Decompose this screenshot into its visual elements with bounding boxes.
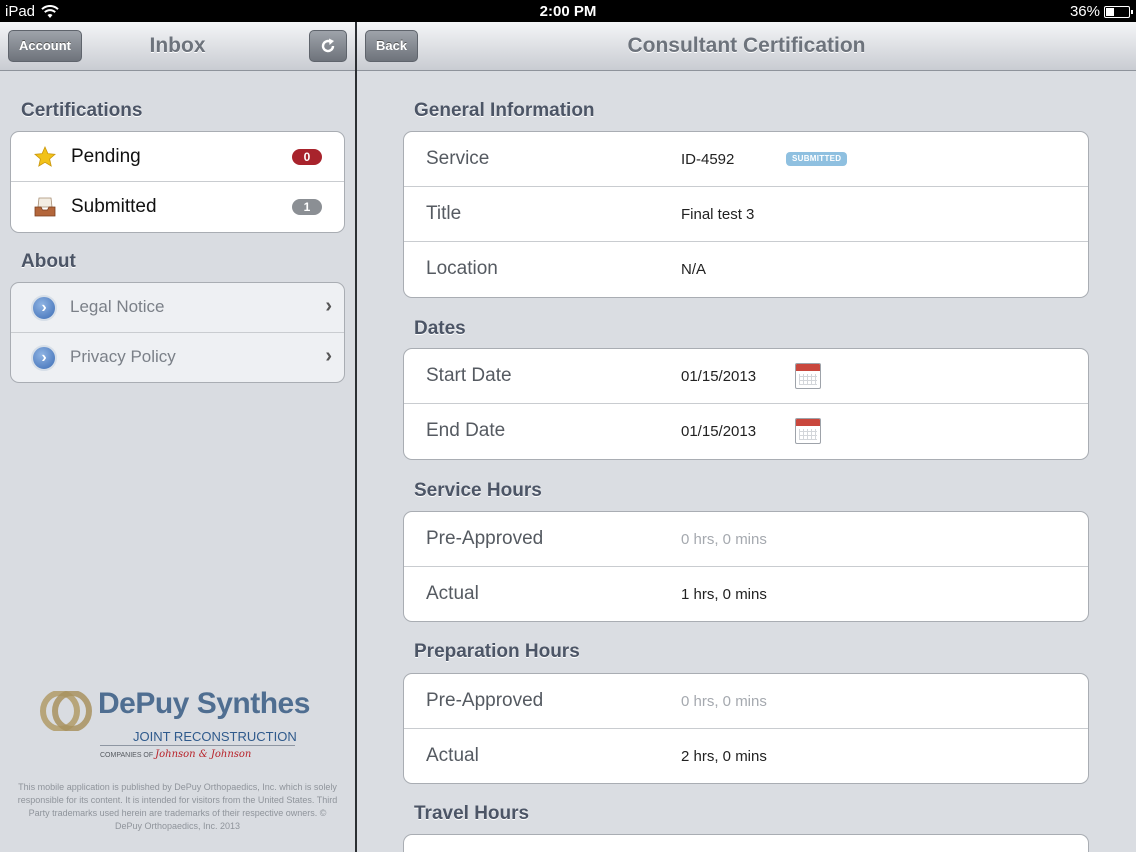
service-hours-header: Service Hours (414, 480, 542, 501)
detail-title: Consultant Certification (627, 34, 866, 57)
refresh-button[interactable] (309, 30, 347, 62)
logo-brand: DePuy Synthes (98, 687, 310, 720)
end-date-label: End Date (426, 420, 506, 441)
disclaimer-text: This mobile application is published by … (17, 782, 338, 831)
title-row: Title Final test 3 (404, 187, 1088, 242)
inbox-tray-icon (34, 197, 56, 217)
submitted-row[interactable]: Submitted 1 (11, 182, 344, 232)
star-icon (34, 146, 56, 167)
service-actual-label: Actual (426, 583, 479, 604)
prep-actual-row[interactable]: Actual 2 hrs, 0 mins (404, 729, 1088, 783)
start-date-value: 01/15/2013 (681, 368, 757, 385)
battery-icon (1104, 5, 1133, 18)
calendar-icon[interactable] (795, 418, 821, 444)
about-list: › Legal Notice › › Privacy Policy › (10, 282, 345, 383)
status-badge: SUBMITTED (786, 152, 848, 166)
preparation-hours-header: Preparation Hours (414, 641, 580, 662)
logo-divider (100, 745, 295, 746)
end-date-value: 01/15/2013 (681, 423, 757, 440)
submitted-count-badge: 1 (292, 199, 322, 215)
prep-preapproved-label: Pre-Approved (426, 690, 544, 711)
general-info-group: Service ID-4592 SUBMITTED Title Final te… (403, 131, 1089, 298)
service-value: ID-4592 (681, 151, 735, 168)
travel-hours-group (403, 834, 1089, 852)
travel-hours-header: Travel Hours (414, 803, 530, 824)
service-actual-value: 1 hrs, 0 mins (681, 586, 767, 603)
location-label: Location (426, 258, 498, 279)
battery-percent: 36% (1069, 3, 1100, 20)
dates-header: Dates (414, 318, 466, 339)
master-navbar: Account Inbox (0, 22, 355, 71)
service-hours-group: Pre-Approved 0 hrs, 0 mins Actual 1 hrs,… (403, 511, 1089, 622)
status-bar: iPad 2:00 PM 36% (0, 0, 1136, 22)
inbox-title: Inbox (149, 34, 206, 57)
pending-label: Pending (71, 146, 141, 167)
service-preapproved-value: 0 hrs, 0 mins (681, 531, 767, 548)
detail-navbar: Back Consultant Certification (357, 22, 1136, 71)
chevron-right-icon: › (325, 345, 332, 367)
legal-notice-label: Legal Notice (70, 297, 165, 316)
preparation-hours-group: Pre-Approved 0 hrs, 0 mins Actual 2 hrs,… (403, 673, 1089, 784)
location-row: Location N/A (404, 242, 1088, 297)
master-pane: Account Inbox Certifications Pending 0 S… (0, 22, 355, 852)
chevron-right-icon: › (325, 295, 332, 317)
certifications-header: Certifications (21, 100, 143, 121)
service-preapproved-row: Pre-Approved 0 hrs, 0 mins (404, 512, 1088, 567)
title-value: Final test 3 (681, 206, 755, 223)
dates-group: Start Date 01/15/2013 End Date 01/15/201… (403, 348, 1089, 460)
prep-preapproved-row: Pre-Approved 0 hrs, 0 mins (404, 674, 1088, 729)
title-label: Title (426, 203, 462, 224)
start-date-row: Start Date 01/15/2013 (404, 349, 1088, 404)
about-header: About (21, 251, 76, 272)
pending-count-badge: 0 (292, 149, 322, 165)
start-date-label: Start Date (426, 365, 512, 386)
service-actual-row[interactable]: Actual 1 hrs, 0 mins (404, 567, 1088, 621)
refresh-icon (321, 38, 335, 53)
disclosure-icon: › (31, 295, 57, 321)
general-info-header: General Information (414, 100, 595, 121)
disclosure-icon: › (31, 345, 57, 371)
location-value: N/A (681, 261, 707, 278)
depuy-synthes-logo: DePuy Synthes JOINT RECONSTRUCTION COMPA… (40, 687, 320, 767)
jnj-logo: Johnson & Johnson (155, 749, 252, 760)
prep-preapproved-value: 0 hrs, 0 mins (681, 693, 767, 710)
logo-mark-icon (40, 691, 92, 731)
certifications-list: Pending 0 Submitted 1 (10, 131, 345, 233)
end-date-row: End Date 01/15/2013 (404, 404, 1088, 459)
legal-notice-row[interactable]: › Legal Notice › (11, 283, 344, 333)
service-label: Service (426, 148, 490, 169)
logo-subtitle: JOINT RECONSTRUCTION (133, 729, 297, 744)
submitted-label: Submitted (71, 196, 157, 217)
privacy-policy-label: Privacy Policy (70, 347, 176, 366)
logo-companies-of: COMPANIES OF Johnson & Johnson (100, 749, 252, 760)
privacy-policy-row[interactable]: › Privacy Policy › (11, 333, 344, 382)
service-row: Service ID-4592 SUBMITTED (404, 132, 1088, 187)
detail-pane: Back Consultant Certification General In… (357, 22, 1136, 852)
service-preapproved-label: Pre-Approved (426, 528, 544, 549)
clock: 2:00 PM (539, 3, 597, 20)
prep-actual-label: Actual (426, 745, 479, 766)
prep-actual-value: 2 hrs, 0 mins (681, 748, 767, 765)
pending-row[interactable]: Pending 0 (11, 132, 344, 182)
calendar-icon[interactable] (795, 363, 821, 389)
